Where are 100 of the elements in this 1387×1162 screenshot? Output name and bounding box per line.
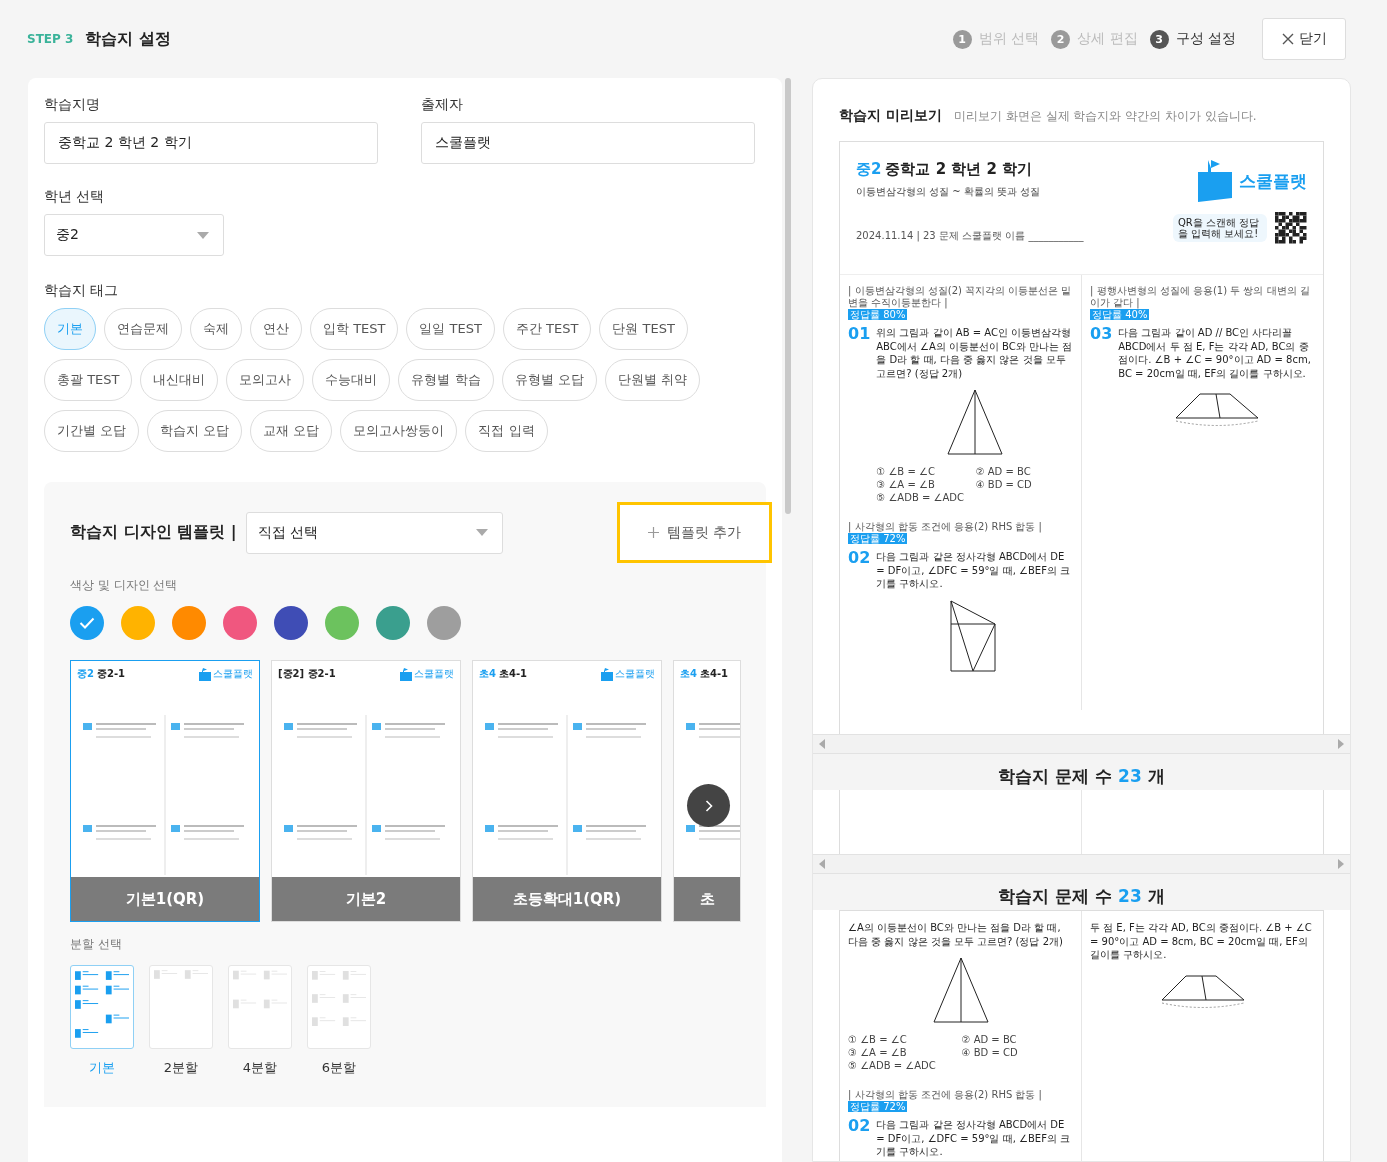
tag-chip[interactable]: 숙제 (190, 308, 242, 350)
split-option[interactable] (228, 965, 292, 1049)
color-swatch[interactable] (325, 606, 359, 640)
horizontal-scrollbar[interactable] (813, 734, 1350, 754)
field-label: 학년 선택 (44, 188, 106, 206)
design-name: 초 (674, 877, 740, 921)
sheet-info: 2024.11.14 | 23 문제 스쿨플랫 이름 ___________ (856, 229, 1084, 243)
question-number: 02 (848, 550, 871, 569)
question-topic: | 사각형의 합동 조건에 응용(2) RHS 합동 | (848, 1089, 1043, 1101)
section-title: 학습지 디자인 템플릿 | (70, 522, 237, 543)
question-text: 다음 그림과 같은 정사각형 ABCD에서 DE = DF이고, ∠DFC = 59°일 때, ∠BEF의 크기를 구하시오. (876, 1118, 1072, 1159)
tag-chip[interactable]: 주간 TEST (502, 308, 592, 350)
color-swatch[interactable] (376, 606, 410, 640)
question-text: 두 점 E, F는 각각 AD, BC의 중점이다. ∠B + ∠C = 90°이고 AD = 8cm, BC = 20cm일 때, EF의 길이를 구하시오. (1090, 921, 1313, 962)
close-button[interactable]: 닫기 (1262, 18, 1346, 60)
template-dropdown[interactable]: 직접 선택 (245, 511, 503, 554)
worksheet-name-field[interactable]: 중학교 2 학년 2 학기 (44, 122, 378, 164)
split-option[interactable] (307, 965, 371, 1049)
step-label: 범위 선택 (978, 30, 1040, 48)
tag-chip[interactable]: 기간별 오답 (44, 410, 140, 452)
design-card[interactable]: 초4 초4-1 초 (673, 660, 741, 922)
problem-count-text: 학습지 문제 수 23 개 (998, 885, 1165, 906)
split-label: 6분할 (321, 1059, 357, 1077)
answer-choice: ① ∠B = ∠C (848, 1034, 908, 1045)
design-card[interactable]: 초4 초4-1 스쿨플랫 초등확대1(QR) (472, 660, 662, 922)
tag-chip[interactable]: 수능대비 (312, 359, 391, 401)
logo-text: 스쿨플랫 (414, 667, 454, 681)
tag-chip[interactable]: 입학 TEST (310, 308, 399, 350)
scroll-right-icon (1338, 739, 1344, 749)
tag-chip[interactable]: 교재 오답 (250, 410, 333, 452)
tag-chip[interactable]: 내신대비 (140, 359, 219, 401)
horizontal-scrollbar[interactable] (813, 854, 1350, 874)
thumbnail-title: 중2-1 (96, 668, 126, 679)
answer-choice: ⑤ ∠ADB = ∠ADC (848, 1060, 937, 1071)
answer-choice: ⑤ ∠ADB = ∠ADC (876, 492, 965, 503)
tag-chip[interactable]: 연산 (250, 308, 302, 350)
color-swatch[interactable] (70, 606, 104, 640)
caret-icon (197, 231, 209, 239)
split-option[interactable] (70, 965, 134, 1049)
tag-chip[interactable]: 모의고사 (226, 359, 305, 401)
field-label: 학습지명 (44, 96, 101, 114)
layout-drawing (75, 970, 129, 1039)
page-title: 학습지 설정 (85, 28, 171, 50)
section-label: 분할 선택 (70, 936, 123, 953)
tag-chip[interactable]: 직접 입력 (465, 410, 548, 452)
author-field[interactable]: 스쿨플랫 (421, 122, 755, 164)
close-icon (1281, 32, 1295, 46)
color-swatch[interactable] (223, 606, 257, 640)
qr-caption: QR을 스캔해 정답을 입력해 보세요! (1173, 214, 1267, 242)
accuracy-badge: 정답률 80% (848, 309, 908, 320)
tag-chip[interactable]: 학습지 오답 (147, 410, 243, 452)
grade-dropdown[interactable]: 중2 (44, 214, 224, 256)
design-card[interactable]: 중2 중2-1 스쿨플랫 기본1(QR) (70, 660, 260, 922)
design-card[interactable]: [중2] 중2-1 스쿨플랫 기본2 (271, 660, 461, 922)
accuracy-badge: 정답률 40% (1090, 309, 1150, 320)
scroll-left-icon (819, 739, 825, 749)
preview-note: 미리보기 화면은 실제 학습지와 약간의 차이가 있습니다. (953, 107, 1257, 125)
step-label: STEP 3 (27, 32, 74, 46)
step-number-badge: 2 (1051, 29, 1071, 49)
tag-chip[interactable]: 단원별 취약 (604, 359, 700, 401)
color-swatch[interactable] (121, 606, 155, 640)
tag-chip[interactable]: 유형별 학습 (398, 359, 494, 401)
flag-icon (400, 667, 412, 681)
layout-drawing (233, 970, 287, 1009)
section-label: 색상 및 디자인 선택 (70, 577, 179, 594)
accuracy-badge: 정답률 72% (848, 1101, 908, 1112)
color-swatch[interactable] (172, 606, 206, 640)
split-label: 4분할 (242, 1059, 278, 1077)
question-text: 다음 그림과 같은 정사각형 ABCD에서 DE = DF이고, ∠DFC = 59°일 때, ∠BEF의 크기를 구하시오. (876, 550, 1072, 591)
tag-chip[interactable]: 단원 TEST (599, 308, 688, 350)
logo-text: 스쿨플랫 (213, 667, 253, 681)
sheet-title: 중학교 2 학년 2 학기 (885, 160, 1033, 178)
tag-chip[interactable]: 일일 TEST (406, 308, 495, 350)
field-label: 출제자 (421, 96, 464, 114)
layout-drawing (154, 970, 208, 979)
caret-icon (475, 529, 488, 536)
tag-chip[interactable]: 연습문제 (104, 308, 182, 350)
design-name: 초등확대1(QR) (473, 877, 661, 921)
split-label: 2분할 (163, 1059, 199, 1077)
color-swatch[interactable] (274, 606, 308, 640)
question-text: ∠A의 이등분선이 BC와 만나는 점을 D라 할 때, 다음 중 옳지 않은 것을 모두 고르면? (정답 2개) (848, 921, 1064, 948)
step-number-badge: 3 (1149, 29, 1169, 49)
answer-choice: ③ ∠A = ∠B (848, 1047, 908, 1058)
color-swatch[interactable] (427, 606, 461, 640)
answer-choice: ③ ∠A = ∠B (876, 479, 936, 490)
field-label: 학습지 태그 (44, 282, 120, 300)
logo-text: 스쿨플랫 (1239, 169, 1307, 193)
scrollbar-thumb[interactable] (785, 78, 791, 514)
thumbnail-title: [중2] 중2-1 (278, 668, 336, 679)
tag-chip[interactable]: 총괄 TEST (44, 359, 133, 401)
logo-text: 스쿨플랫 (615, 667, 655, 681)
thumbnail-title: 초4-1 (498, 668, 528, 679)
tag-chip[interactable]: 유형별 오답 (501, 359, 597, 401)
layout-drawing (312, 970, 366, 1027)
split-option[interactable] (149, 965, 213, 1049)
sheet-subtitle: 이등변삼각형의 성질 ~ 확률의 뜻과 성질 (856, 185, 1042, 199)
question-text: 다음 그림과 같이 AD // BC인 사다리꼴 ABCD에서 두 점 E, F는 각각 AD, BC의 중점이다. ∠B + ∠C = 90°이고 AD = 8cm, BC = 20cm일 때, EF의 길이를 구하시오. (1118, 326, 1312, 380)
tag-chip[interactable]: 모의고사쌍둥이 (340, 410, 458, 452)
add-template-button[interactable]: 템플릿 추가 (617, 502, 772, 563)
answer-choice: ④ BD = CD (961, 1047, 1019, 1058)
